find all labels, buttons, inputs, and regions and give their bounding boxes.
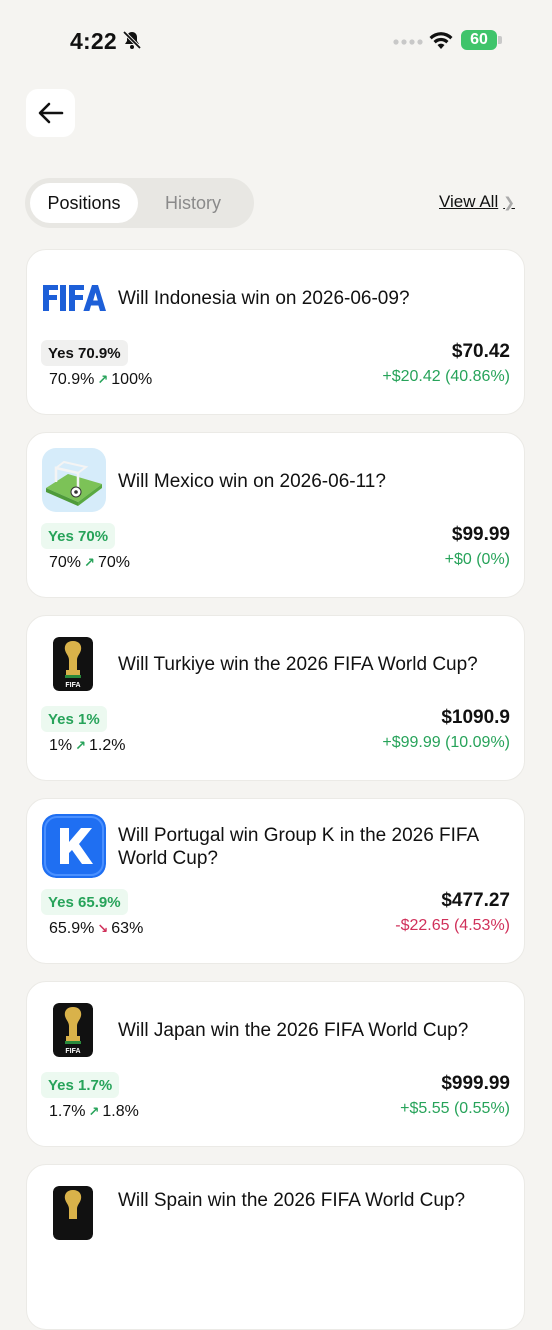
position-card[interactable]: FIFA Will Japan win the 2026 FIFA World … (26, 981, 525, 1147)
view-all-label: View All (439, 192, 499, 211)
signal-icon (393, 39, 423, 45)
probability-change: 70% ↗ 70% (49, 554, 130, 572)
world-cup-trophy-icon: FIFA (53, 637, 93, 691)
svg-text:FIFA: FIFA (65, 682, 80, 689)
arrow-left-icon (38, 102, 63, 124)
position-title: Will Spain win the 2026 FIFA World Cup? (118, 1190, 466, 1211)
arrow-up-right-icon: ↗ (88, 1104, 100, 1119)
probability-from: 1% (49, 737, 73, 754)
arrow-up-right-icon: ↗ (75, 738, 87, 753)
position-value: $477.27 (441, 890, 510, 911)
probability-to: 100% (111, 371, 153, 388)
status-bar: 4:22 60 (0, 0, 552, 80)
position-title: Will Japan win the 2026 FIFA World Cup? (118, 1019, 469, 1041)
back-button[interactable] (26, 89, 75, 137)
tab-bar: Positions History (25, 178, 254, 228)
arrow-up-right-icon: ↗ (97, 372, 109, 387)
probability-from: 70% (49, 554, 82, 571)
position-title: Will Portugal win Group K in the 2026 FI… (118, 825, 479, 869)
position-card[interactable]: FIFA Will Turkiye win the 2026 FIFA Worl… (26, 615, 525, 781)
battery-level: 60 (470, 31, 488, 48)
position-card[interactable]: Will Spain win the 2026 FIFA World Cup? (26, 1164, 525, 1330)
bell-slash-icon (122, 30, 142, 50)
k-logo-icon (42, 814, 106, 878)
view-all-link[interactable]: View All ❯ (439, 192, 515, 212)
chevron-right-icon: ❯ (503, 193, 515, 210)
soccer-field-icon (42, 448, 106, 512)
probability-to: 1.8% (102, 1103, 139, 1120)
arrow-up-right-icon: ↗ (84, 555, 95, 570)
position-pnl: +$5.55 (0.55%) (400, 1100, 510, 1117)
position-card[interactable]: Will Portugal win Group K in the 2026 FI… (26, 798, 525, 964)
svg-text:FIFA: FIFA (65, 1048, 80, 1055)
probability-to: 63% (111, 920, 144, 937)
probability-change: 65.9% ↘ 63% (49, 920, 143, 938)
outcome-badge: Yes 1.7% (41, 1072, 120, 1098)
position-value: $70.42 (451, 341, 510, 362)
probability-to: 70% (97, 554, 130, 571)
position-value: $999.99 (441, 1073, 510, 1094)
wifi-icon (429, 32, 453, 49)
battery-indicator: 60 (461, 30, 497, 50)
position-value: $1090.9 (441, 707, 510, 728)
probability-change: 70.9% ↗ 100% (49, 371, 152, 389)
outcome-badge: Yes 65.9% (41, 889, 128, 915)
outcome-badge: Yes 70% (41, 523, 116, 549)
position-value: $99.99 (451, 524, 510, 545)
probability-from: 70.9% (49, 371, 95, 388)
tab-history[interactable]: History (138, 183, 248, 223)
position-pnl: -$22.65 (4.53%) (395, 917, 510, 934)
status-time: 4:22 (70, 28, 117, 54)
position-card[interactable]: Will Indonesia win on 2026-06-09? Yes 70… (26, 249, 525, 415)
position-card[interactable]: Will Mexico win on 2026-06-11? Yes 70% 7… (26, 432, 525, 598)
position-pnl: +$20.42 (40.86%) (382, 368, 510, 385)
position-title: Will Turkiye win the 2026 FIFA World Cup… (118, 653, 478, 675)
position-title: Will Mexico win on 2026-06-11? (118, 470, 386, 492)
position-pnl: +$0 (0%) (444, 551, 510, 568)
world-cup-trophy-icon (53, 1186, 93, 1240)
outcome-badge: Yes 70.9% (41, 340, 128, 366)
position-title: Will Indonesia win on 2026-06-09? (118, 287, 410, 309)
position-pnl: +$99.99 (10.09%) (382, 734, 510, 751)
probability-from: 1.7% (49, 1103, 86, 1120)
probability-to: 1.2% (89, 737, 126, 754)
probability-from: 65.9% (49, 920, 95, 937)
probability-change: 1.7% ↗ 1.8% (49, 1103, 139, 1121)
probability-change: 1% ↗ 1.2% (49, 737, 126, 755)
battery-tip (498, 36, 502, 44)
arrow-down-right-icon: ↘ (97, 921, 109, 936)
tab-positions[interactable]: Positions (30, 183, 138, 223)
outcome-badge: Yes 1% (41, 706, 107, 732)
fifa-wordmark-icon (41, 282, 107, 314)
world-cup-trophy-icon: FIFA (53, 1003, 93, 1057)
